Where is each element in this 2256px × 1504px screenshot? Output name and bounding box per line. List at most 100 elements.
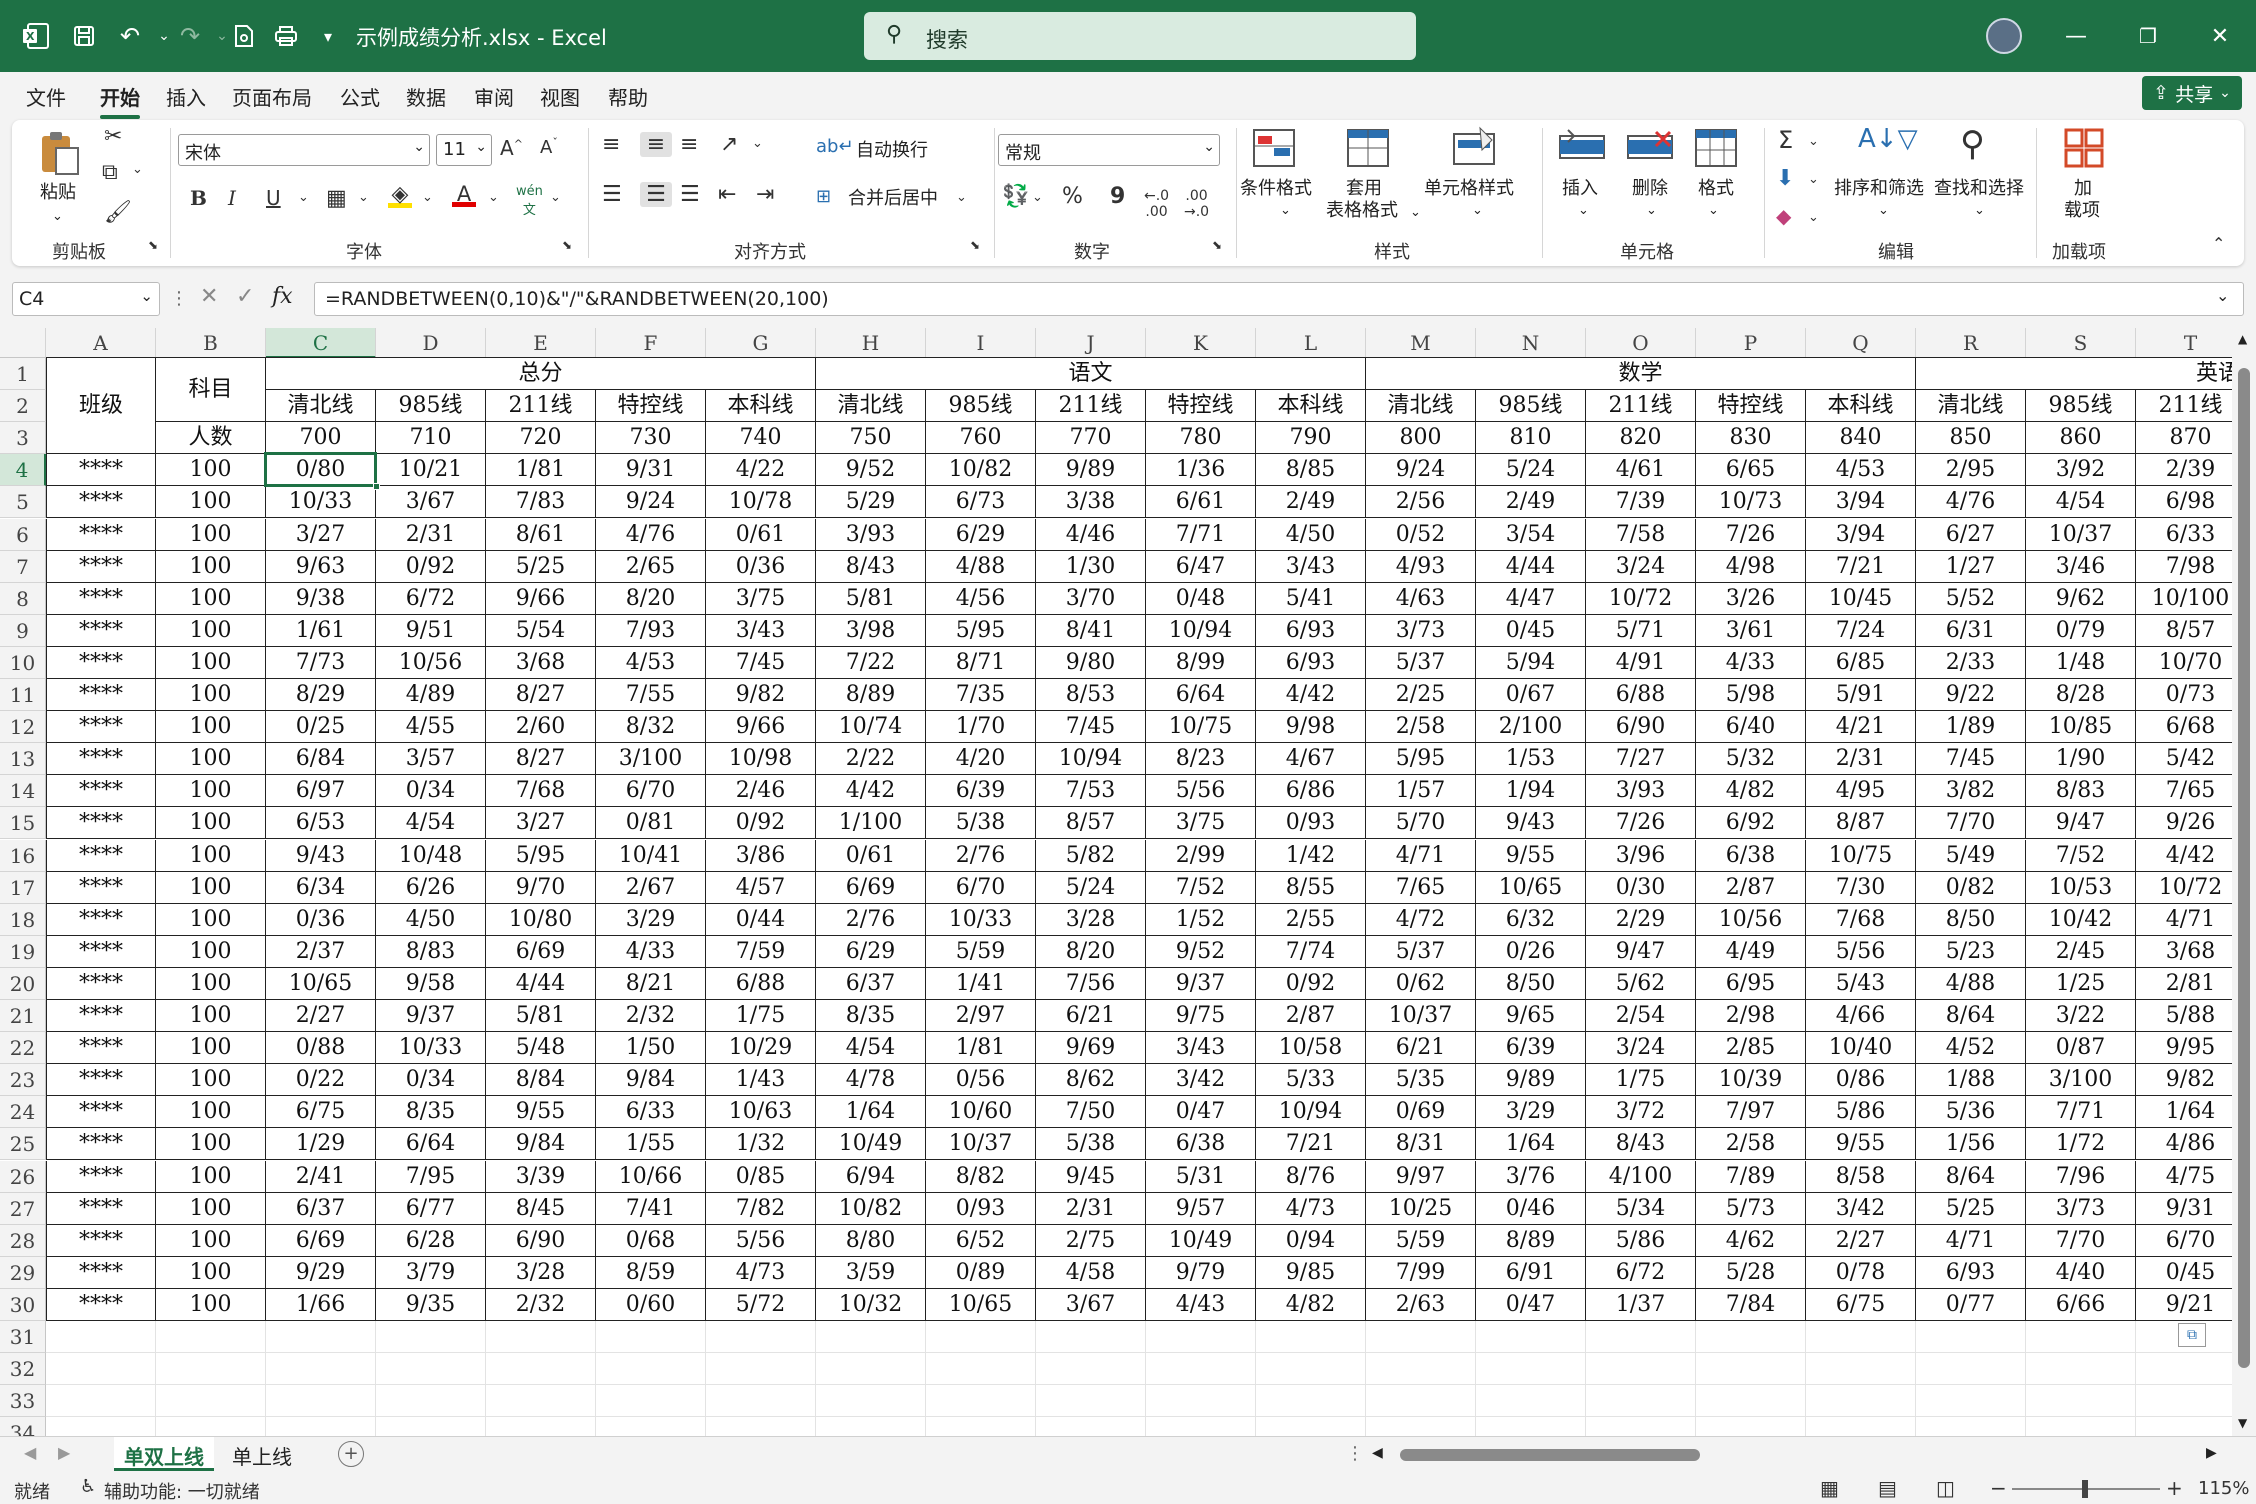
table-cell[interactable]: 5/88 [2136, 1000, 2232, 1033]
grid-cell[interactable] [1916, 1353, 2026, 1386]
worksheet-grid[interactable]: A B C D E F G H I J K L M N O P Q R S T 1 2 3 4 5 6 7 8 9 10 11 12 13 14 1… [0, 328, 2232, 1436]
table-cell[interactable]: 7/95 [376, 1160, 486, 1193]
row-header[interactable]: 23 [0, 1064, 46, 1097]
table-cell[interactable]: 0/86 [1806, 1064, 1916, 1097]
row-header[interactable]: 19 [0, 935, 46, 968]
table-cell[interactable]: 8/57 [1036, 807, 1146, 840]
table-cell[interactable]: 8/62 [1036, 1064, 1146, 1097]
row-header[interactable]: 30 [0, 1288, 46, 1321]
header-threshold[interactable]: 860 [2026, 422, 2136, 455]
table-cell[interactable]: 5/25 [486, 550, 596, 583]
table-cell[interactable]: 100 [156, 1096, 266, 1129]
table-cell[interactable]: 5/81 [816, 582, 926, 615]
table-cell[interactable]: 10/98 [706, 743, 816, 776]
format-cells-icon[interactable] [1694, 126, 1738, 170]
table-cell[interactable]: 1/55 [596, 1128, 706, 1161]
tab-review[interactable]: 审阅 [474, 82, 514, 111]
table-cell[interactable]: 0/85 [706, 1160, 816, 1193]
table-cell[interactable]: 6/85 [1806, 646, 1916, 679]
table-cell[interactable]: 0/88 [266, 1032, 376, 1065]
table-cell[interactable]: 100 [156, 582, 266, 615]
table-cell[interactable]: 9/35 [376, 1288, 486, 1321]
table-cell[interactable]: 1/61 [266, 614, 376, 647]
grid-cell[interactable] [1146, 1321, 1256, 1354]
table-cell[interactable]: 1/36 [1146, 454, 1256, 487]
grid-cell[interactable] [706, 1353, 816, 1386]
table-cell[interactable]: 0/68 [596, 1224, 706, 1257]
table-cell[interactable]: 2/87 [1256, 1000, 1366, 1033]
table-cell[interactable]: 6/32 [1476, 903, 1586, 936]
table-cell[interactable]: 3/22 [2026, 1000, 2136, 1033]
table-cell[interactable]: 6/88 [1586, 679, 1696, 712]
search-box[interactable]: ⚲ 搜索 [864, 12, 1416, 60]
table-cell[interactable]: 7/45 [1036, 711, 1146, 744]
fill-icon[interactable]: ⬇ [1776, 166, 1794, 191]
table-cell[interactable]: 9/97 [1366, 1160, 1476, 1193]
sort-filter-icon[interactable]: A↓▽ [1858, 124, 1918, 154]
column-header[interactable]: F [596, 328, 706, 358]
table-cell[interactable]: 3/100 [596, 743, 706, 776]
table-cell[interactable]: 4/42 [1256, 679, 1366, 712]
table-cell[interactable]: 6/29 [816, 935, 926, 968]
row-header[interactable]: 21 [0, 1000, 46, 1033]
table-cell[interactable]: 100 [156, 743, 266, 776]
undo-icon[interactable]: ↶ [112, 18, 148, 54]
table-cell[interactable]: 1/41 [926, 967, 1036, 1000]
column-header[interactable]: L [1256, 328, 1366, 358]
table-cell[interactable]: 9/69 [1036, 1032, 1146, 1065]
table-cell[interactable]: 2/65 [596, 550, 706, 583]
table-cell[interactable]: 10/48 [376, 839, 486, 872]
paste-icon[interactable] [38, 128, 82, 175]
table-cell[interactable]: 0/93 [1256, 807, 1366, 840]
chevron-down-icon[interactable]: ⌄ [1708, 200, 1719, 222]
table-cell[interactable]: 6/92 [1696, 807, 1806, 840]
table-cell[interactable]: 0/47 [1146, 1096, 1256, 1129]
sheet-tab-0[interactable]: 单双上线 [114, 1437, 214, 1471]
add-sheet-icon[interactable]: + [338, 1441, 364, 1467]
header-group[interactable]: 语文 [816, 358, 1366, 391]
table-cell[interactable]: 2/31 [1036, 1192, 1146, 1225]
prev-sheet-icon[interactable]: ◀ [24, 1443, 36, 1462]
avatar[interactable] [1986, 18, 2022, 54]
table-cell[interactable]: **** [46, 903, 156, 936]
table-cell[interactable]: 2/37 [266, 935, 376, 968]
confirm-entry-icon[interactable]: ✓ [236, 284, 254, 309]
increase-decimal-icon[interactable]: ←.0.00 [1144, 188, 1169, 220]
table-cell[interactable]: 3/93 [816, 518, 926, 551]
header-threshold[interactable]: 750 [816, 422, 926, 455]
table-cell[interactable]: 10/63 [706, 1096, 816, 1129]
table-cell[interactable]: 3/38 [1036, 486, 1146, 519]
table-cell[interactable]: 4/76 [596, 518, 706, 551]
grid-cell[interactable] [1586, 1353, 1696, 1386]
table-cell[interactable]: **** [46, 1256, 156, 1289]
table-cell[interactable]: 4/91 [1586, 646, 1696, 679]
grid-cell[interactable] [156, 1385, 266, 1418]
table-cell[interactable]: 2/95 [1916, 454, 2026, 487]
table-cell[interactable]: 4/46 [1036, 518, 1146, 551]
table-cell[interactable]: 5/38 [1036, 1128, 1146, 1161]
table-cell[interactable]: **** [46, 646, 156, 679]
table-cell[interactable]: 100 [156, 839, 266, 872]
table-cell[interactable]: 5/33 [1256, 1064, 1366, 1097]
table-cell[interactable]: 4/52 [1916, 1032, 2026, 1065]
table-cell[interactable]: 3/29 [1476, 1096, 1586, 1129]
table-cell[interactable]: 6/52 [926, 1224, 1036, 1257]
table-cell[interactable]: **** [46, 582, 156, 615]
table-cell[interactable]: 5/48 [486, 1032, 596, 1065]
table-cell[interactable]: 8/53 [1036, 679, 1146, 712]
grid-cell[interactable] [926, 1321, 1036, 1354]
table-cell[interactable]: 3/43 [706, 614, 816, 647]
table-cell[interactable]: 10/29 [706, 1032, 816, 1065]
header-threshold[interactable]: 770 [1036, 422, 1146, 455]
table-cell[interactable]: 0/34 [376, 775, 486, 808]
find-select-icon[interactable]: ⚲ [1960, 124, 1985, 164]
header-line[interactable]: 清北线 [1366, 390, 1476, 423]
table-cell[interactable]: 100 [156, 1032, 266, 1065]
table-cell[interactable]: 1/29 [266, 1128, 376, 1161]
underline-button[interactable]: U [266, 186, 281, 210]
table-cell[interactable]: 0/30 [1586, 871, 1696, 904]
grid-cell[interactable] [596, 1353, 706, 1386]
table-cell[interactable]: 4/58 [1036, 1256, 1146, 1289]
header-line[interactable]: 清北线 [1916, 390, 2026, 423]
row-header[interactable]: 34 [0, 1417, 46, 1436]
